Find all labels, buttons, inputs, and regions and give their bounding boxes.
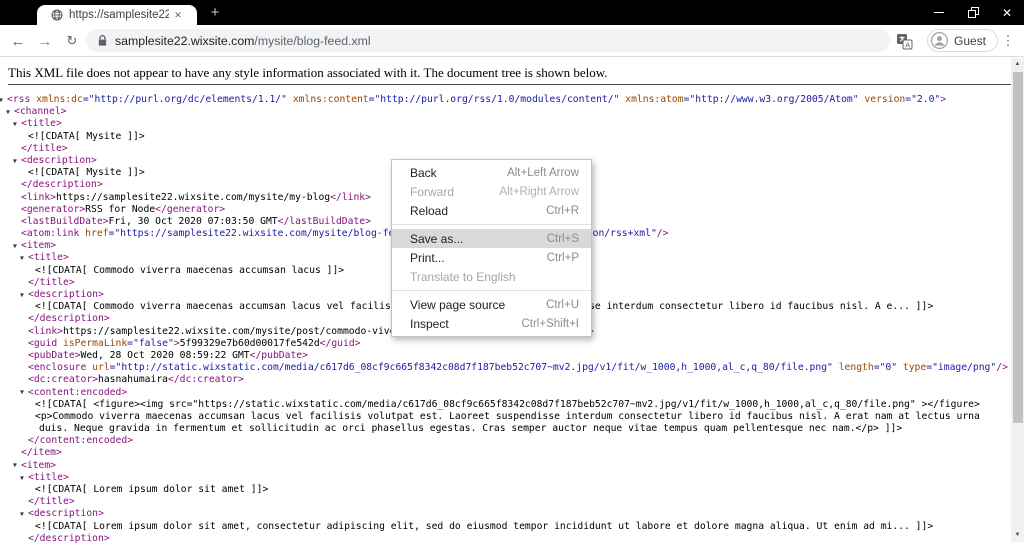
context-menu-item-forward[interactable]: Forward Alt+Right Arrow	[392, 182, 591, 201]
collapse-arrow-icon[interactable]: ▼	[20, 255, 24, 262]
url-host: samplesite22.wixsite.com	[115, 33, 255, 48]
browser-menu-button[interactable]: ⋮	[1000, 30, 1016, 52]
browser-tab[interactable]: https://samplesite22.wixsite.com/ ✕	[37, 5, 197, 25]
browser-toolbar: ← → ↻ samplesite22.wixsite.com/mysite/bl…	[0, 25, 1024, 57]
collapse-arrow-icon[interactable]: ▼	[20, 292, 24, 299]
xml-style-notice: This XML file does not appear to have an…	[8, 65, 608, 80]
menu-item-label: Forward	[410, 184, 455, 199]
minimize-button[interactable]	[922, 0, 956, 25]
restore-button[interactable]	[956, 0, 990, 25]
globe-favicon-icon	[51, 9, 63, 21]
context-menu-item-print[interactable]: Print... Ctrl+P	[392, 248, 591, 267]
xml-line: ▼ <rss xmlns:dc="http://purl.org/dc/eleme…	[0, 94, 947, 105]
menu-item-shortcut: Alt+Right Arrow	[499, 185, 579, 198]
menu-item-label: Back	[410, 165, 437, 180]
menu-item-shortcut: Ctrl+U	[546, 298, 579, 311]
xml-line: </description>	[28, 532, 110, 544]
xml-line: duis. Neque gravida in fermentum et soll…	[39, 423, 903, 435]
menu-item-label: Print...	[410, 250, 445, 265]
context-menu-item-save-as[interactable]: Save as... Ctrl+S	[392, 229, 591, 248]
xml-line: ▼ <item>	[13, 459, 56, 471]
menu-item-label: Reload	[410, 203, 449, 218]
profile-label: Guest	[954, 33, 987, 48]
xml-line: <![CDATA[ <figure><img src="https://stat…	[35, 398, 980, 410]
xml-line: </title>	[21, 142, 68, 154]
context-menu-item-reload[interactable]: Reload Ctrl+R	[392, 201, 591, 220]
menu-item-label: Save as...	[410, 231, 464, 246]
xml-line: ▼ <content:encoded>	[20, 386, 128, 398]
close-window-button[interactable]: ✕	[990, 0, 1024, 25]
collapse-arrow-icon[interactable]: ▼	[13, 243, 17, 250]
profile-chip[interactable]: Guest	[927, 29, 999, 52]
window-controls: ✕	[922, 0, 1024, 25]
collapse-arrow-icon[interactable]: ▼	[6, 109, 10, 116]
context-menu-item-view-page-source[interactable]: View page source Ctrl+U	[392, 295, 591, 314]
menu-item-shortcut: Ctrl+P	[546, 251, 579, 264]
tab-title: https://samplesite22.wixsite.com/	[69, 9, 169, 21]
collapse-arrow-icon[interactable]: ▼	[20, 389, 24, 396]
url-path: /mysite/blog-feed.xml	[254, 33, 371, 48]
menu-item-label: Translate to English	[410, 269, 516, 284]
svg-text:A: A	[905, 40, 910, 49]
collapse-arrow-icon[interactable]: ▼	[13, 462, 17, 469]
new-tab-button[interactable]: +	[206, 4, 224, 22]
address-bar[interactable]: samplesite22.wixsite.com/mysite/blog-fee…	[86, 29, 890, 52]
xml-line: <pubDate>Wed, 28 Oct 2020 08:59:22 GMT</…	[28, 349, 308, 361]
menu-item-label: Inspect	[410, 316, 449, 331]
menu-item-shortcut: Alt+Left Arrow	[507, 166, 579, 179]
xml-line: <dc:creator>hasnahumaira</dc:creator>	[28, 374, 244, 386]
context-menu-item-inspect[interactable]: Inspect Ctrl+Shift+I	[392, 314, 591, 333]
xml-line: ▼ <title>	[13, 118, 62, 130]
context-menu-item-translate-to-english[interactable]: Translate to English	[392, 267, 591, 286]
collapse-arrow-icon[interactable]: ▼	[13, 158, 17, 165]
xml-line: ▼ <channel>	[6, 106, 67, 118]
divider	[8, 84, 1016, 85]
scrollbar-thumb[interactable]	[1012, 72, 1023, 423]
xml-line: ▼ <title>	[20, 471, 69, 483]
collapse-arrow-icon[interactable]: ▼	[0, 97, 3, 104]
xml-line: <![CDATA[ Mysite ]]>	[28, 130, 145, 142]
xml-line: <enclosure url="http://static.wixstatic.…	[28, 362, 1008, 374]
tab-close-icon[interactable]: ✕	[171, 10, 185, 21]
scroll-down-button[interactable]: ▼	[1011, 529, 1024, 542]
scroll-up-button[interactable]: ▲	[1011, 58, 1024, 71]
translate-button[interactable]: A	[896, 33, 913, 50]
xml-line: </item>	[21, 447, 62, 459]
window-titlebar: https://samplesite22.wixsite.com/ ✕ + ✕	[0, 0, 1024, 25]
reload-button[interactable]: ↻	[60, 29, 84, 53]
xml-line: </title>	[28, 496, 75, 508]
menu-separator	[392, 224, 591, 225]
back-button[interactable]: ←	[6, 29, 30, 53]
xml-line: ▼ <description>	[20, 508, 104, 520]
xml-line: </content:encoded>	[28, 435, 133, 447]
menu-item-shortcut: Ctrl+Shift+I	[521, 317, 579, 330]
collapse-arrow-icon[interactable]: ▼	[13, 121, 17, 128]
avatar-icon	[931, 32, 948, 49]
collapse-arrow-icon[interactable]: ▼	[20, 475, 24, 482]
menu-item-shortcut: Ctrl+R	[546, 204, 579, 217]
restore-icon	[967, 7, 979, 18]
context-menu: Back Alt+Left Arrow Forward Alt+Right Arrow…	[391, 159, 592, 337]
menu-separator	[392, 290, 591, 291]
xml-line: <p>Commodo viverra maecenas accumsan lac…	[35, 410, 980, 422]
xml-line: <guid isPermaLink="false">5f99329e7b60d0…	[28, 337, 361, 349]
menu-item-shortcut: Ctrl+S	[546, 232, 579, 245]
translate-icon: A	[897, 34, 913, 50]
context-menu-item-back[interactable]: Back Alt+Left Arrow	[392, 163, 591, 182]
menu-item-label: View page source	[410, 297, 506, 312]
url-text: samplesite22.wixsite.com/mysite/blog-fee…	[115, 34, 371, 48]
xml-line: <![CDATA[ Lorem ipsum dolor sit amet, co…	[35, 520, 934, 532]
xml-line: <![CDATA[ Lorem ipsum dolor sit amet ]]>	[35, 484, 269, 495]
collapse-arrow-icon[interactable]: ▼	[20, 511, 24, 518]
forward-button[interactable]: →	[33, 29, 57, 53]
lock-icon[interactable]	[97, 34, 108, 47]
scrollbar[interactable]: ▲ ▼	[1011, 58, 1024, 542]
minimize-icon	[934, 12, 944, 13]
